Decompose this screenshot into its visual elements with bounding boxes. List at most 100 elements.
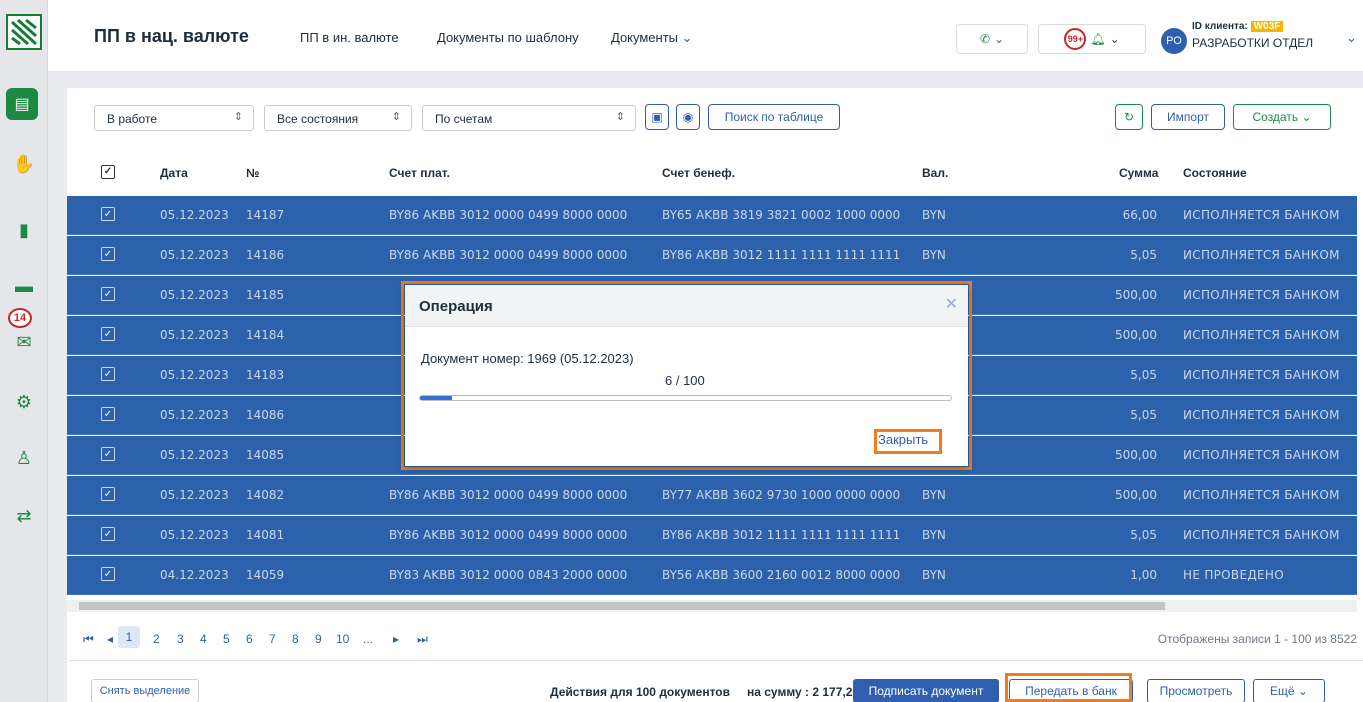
chevron-down-icon: ⌄ <box>1301 110 1312 124</box>
table-row[interactable]: ✓ 05.12.2023 14186 BY86 AKBB 3012 0000 0499… <box>67 236 1357 275</box>
mail-icon[interactable]: ✉ <box>12 330 36 354</box>
avatar[interactable]: РО <box>1161 28 1187 54</box>
sign-document-button[interactable]: Подписать документ <box>853 679 999 702</box>
view-button[interactable]: Просмотреть <box>1147 679 1245 702</box>
filter-state-select[interactable]: Все состояния ⇕ <box>264 105 412 131</box>
select-all-checkbox[interactable]: ✓ <box>101 165 115 179</box>
more-button[interactable]: Ещё ⌄ <box>1253 679 1325 702</box>
row-checkbox[interactable]: ✓ <box>101 287 115 301</box>
next-page-icon[interactable]: ▸ <box>393 632 399 646</box>
cell-num: 14085 <box>246 448 285 462</box>
first-page-icon[interactable]: ⏮ <box>83 632 94 647</box>
deselect-button[interactable]: Снять выделение <box>91 679 199 702</box>
handshake-icon[interactable]: ✋ <box>12 152 36 176</box>
phone-icon: ✆ <box>979 32 990 46</box>
page-10[interactable]: 10 <box>336 632 349 646</box>
scrollbar-thumb[interactable] <box>79 602 1165 610</box>
row-checkbox[interactable]: ✓ <box>101 247 115 261</box>
tab-documents-label: Документы <box>611 30 679 45</box>
notifications-button[interactable]: 99+ 🔔︎ ⌄ <box>1038 24 1146 54</box>
horizontal-scrollbar[interactable] <box>67 600 1357 612</box>
cell-sum: 5,05 <box>1130 248 1157 262</box>
client-name[interactable]: РАЗРАБОТКИ ОТДЕЛ <box>1192 36 1313 50</box>
cell-sum: 500,00 <box>1115 288 1157 302</box>
cell-cur: BYN <box>922 208 946 222</box>
last-page-icon[interactable]: ⏭ <box>417 632 428 647</box>
bell-icon: 🔔︎ <box>1090 32 1106 46</box>
row-checkbox[interactable]: ✓ <box>101 207 115 221</box>
col-date[interactable]: Дата <box>160 166 188 180</box>
chevron-down-icon[interactable]: ⌄ <box>1346 30 1357 46</box>
row-checkbox[interactable]: ✓ <box>101 527 115 541</box>
cell-date: 05.12.2023 <box>160 408 229 422</box>
cell-num: 14086 <box>246 408 285 422</box>
cell-state: исполняется банком <box>1183 368 1340 382</box>
table-row[interactable]: ✓ 04.12.2023 14059 BY83 AKBB 3012 0000 0843… <box>67 556 1357 595</box>
table-row[interactable]: ✓ 05.12.2023 14187 BY86 AKBB 3012 0000 0499… <box>67 196 1357 235</box>
col-number[interactable]: № <box>246 166 259 180</box>
col-currency[interactable]: Вал. <box>922 166 948 180</box>
cell-cur: BYN <box>922 488 946 502</box>
sidebar: ▤ ✋ ▮ ▬ 14 ✉ ⚙ ♙ ⇄ <box>0 0 48 702</box>
col-amount[interactable]: Сумма <box>1119 166 1158 180</box>
close-icon[interactable]: ✕ <box>945 294 958 314</box>
table-row[interactable]: ✓ 05.12.2023 14082 BY86 AKBB 3012 0000 0499… <box>67 476 1357 515</box>
cell-num: 14186 <box>246 248 285 262</box>
documents-icon[interactable]: ▤ <box>6 88 38 120</box>
table-search-button[interactable]: Поиск по таблице <box>708 104 840 130</box>
tab-foreign-currency[interactable]: ПП в ин. валюте <box>300 30 399 45</box>
cell-num: 14187 <box>246 208 285 222</box>
col-payer-account[interactable]: Счет плат. <box>389 166 450 180</box>
cell-num: 14184 <box>246 328 285 342</box>
phone-button[interactable]: ✆ ⌄ <box>956 24 1028 54</box>
page-9[interactable]: 9 <box>315 632 322 646</box>
toolbar: В работе ⇕ Все состояния ⇕ По счетам ⇕ ▣ ◉ … <box>67 88 1363 150</box>
users-settings-icon[interactable]: ♙ <box>12 446 36 470</box>
bank-logo[interactable] <box>6 14 42 50</box>
cell-payer: BY86 AKBB 3012 0000 0499 8000 0000 <box>389 528 628 542</box>
import-button[interactable]: Импорт <box>1151 104 1225 130</box>
row-checkbox[interactable]: ✓ <box>101 407 115 421</box>
page-6[interactable]: 6 <box>246 632 253 646</box>
page-7[interactable]: 7 <box>269 632 276 646</box>
pagination: ⏮ ◂ 1 2 3 4 5 6 7 8 9 10 ... ▸ ⏭ Отображ… <box>67 622 1363 652</box>
gear-icon[interactable]: ⚙ <box>12 390 36 414</box>
table-row[interactable]: ✓ 05.12.2023 14081 BY86 AKBB 3012 0000 0499… <box>67 516 1357 555</box>
refresh-icon[interactable]: ↻ <box>1115 104 1143 130</box>
user-filter-icon[interactable]: ◉ <box>676 104 700 130</box>
sort-arrows-icon: ⇕ <box>391 111 401 123</box>
filter-status-select[interactable]: В работе ⇕ <box>94 105 254 131</box>
save-icon[interactable]: ▣ <box>645 104 669 130</box>
page-3[interactable]: 3 <box>177 632 184 646</box>
create-button[interactable]: Создать ⌄ <box>1233 104 1331 130</box>
card-icon[interactable]: ▬ <box>12 274 36 298</box>
cell-date: 05.12.2023 <box>160 288 229 302</box>
page-2[interactable]: 2 <box>153 632 160 646</box>
book-icon[interactable]: ▮ <box>12 218 36 242</box>
page-5[interactable]: 5 <box>223 632 230 646</box>
filter-accounts-select[interactable]: По счетам ⇕ <box>422 105 636 131</box>
notification-count: 99+ <box>1064 28 1087 50</box>
row-checkbox[interactable]: ✓ <box>101 367 115 381</box>
col-state[interactable]: Состояние <box>1183 166 1247 180</box>
cell-sum: 5,05 <box>1130 528 1157 542</box>
row-checkbox[interactable]: ✓ <box>101 327 115 341</box>
page-1[interactable]: 1 <box>118 626 140 648</box>
cell-state: не проведено <box>1183 568 1284 582</box>
exchange-icon[interactable]: ⇄ <box>12 504 36 528</box>
page-8[interactable]: 8 <box>292 632 299 646</box>
col-beneficiary-account[interactable]: Счет бенеф. <box>662 166 735 180</box>
tab-documents[interactable]: Документы ⌄ <box>611 30 693 46</box>
tab-templates[interactable]: Документы по шаблону <box>437 30 579 45</box>
page-title: ПП в нац. валюте <box>94 26 249 46</box>
chevron-down-icon: ⌄ <box>1297 684 1308 698</box>
page-4[interactable]: 4 <box>200 632 207 646</box>
prev-page-icon[interactable]: ◂ <box>107 632 113 646</box>
page-more[interactable]: ... <box>363 632 373 646</box>
cell-cur: BYN <box>922 528 946 542</box>
row-checkbox[interactable]: ✓ <box>101 447 115 461</box>
row-checkbox[interactable]: ✓ <box>101 567 115 581</box>
row-checkbox[interactable]: ✓ <box>101 487 115 501</box>
cell-benef: BY86 AKBB 3012 1111 1111 1111 1111 <box>662 528 901 542</box>
chevron-down-icon: ⌄ <box>994 32 1005 46</box>
